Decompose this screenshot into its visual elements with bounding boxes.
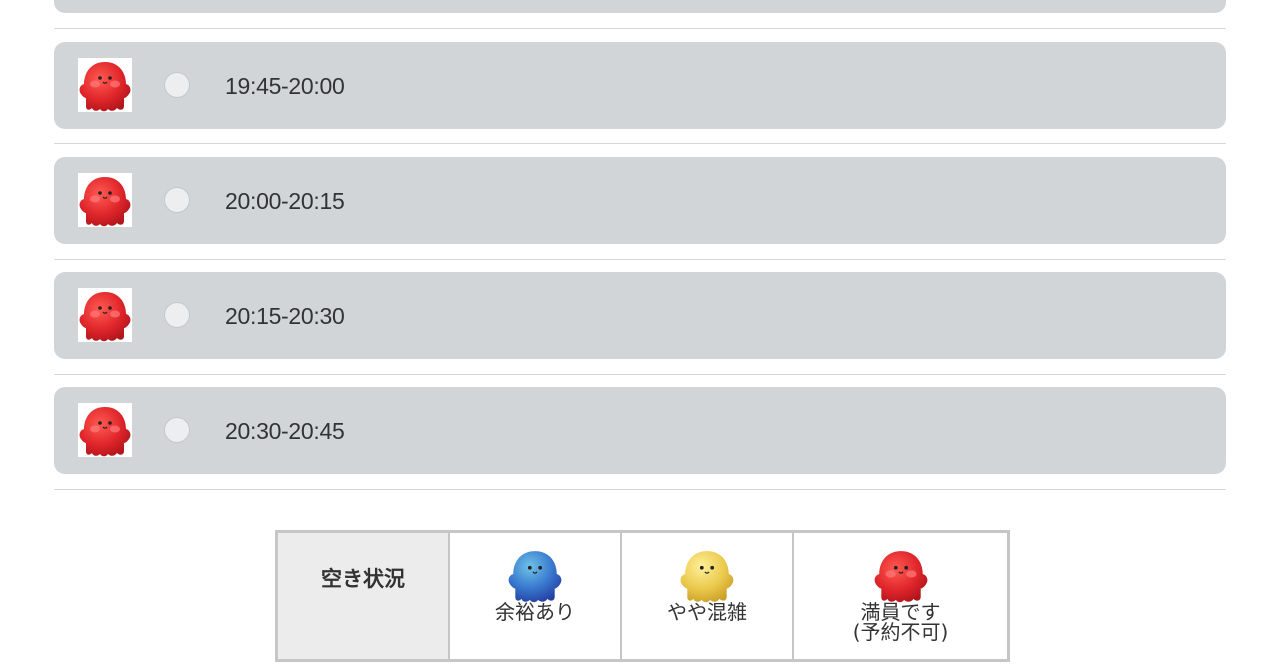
row-divider [54, 489, 1226, 490]
row-divider [54, 259, 1226, 260]
red-mascot-icon [78, 288, 132, 342]
slot-time-label: 20:00-20:15 [225, 188, 345, 214]
legend-item-full: 満員です (予約不可) [792, 530, 1010, 662]
time-slot-row-partial[interactable] [54, 0, 1226, 13]
slot-radio-button[interactable] [164, 187, 190, 213]
legend-item-label: 余裕あり [495, 600, 575, 624]
legend-item-available: 余裕あり [448, 530, 622, 662]
time-slot-row[interactable]: 20:15-20:30 [54, 272, 1226, 359]
red-mascot-icon [78, 173, 132, 227]
yellow-mascot-icon [679, 547, 735, 603]
blue-mascot-icon [507, 547, 563, 603]
time-slot-row[interactable]: 20:30-20:45 [54, 387, 1226, 474]
legend-header: 空き状況 [275, 530, 450, 662]
legend-item-sublabel: (予約不可) [852, 620, 949, 644]
slot-radio-button[interactable] [164, 72, 190, 98]
slot-radio-button[interactable] [164, 302, 190, 328]
availability-legend: 空き状況 余裕あり やや混雑 満員です (予約不可) [275, 530, 1010, 662]
row-divider [54, 143, 1226, 144]
slot-time-label: 19:45-20:00 [225, 73, 345, 99]
red-mascot-icon [78, 58, 132, 112]
time-slot-row[interactable]: 19:45-20:00 [54, 42, 1226, 129]
legend-item-label: やや混雑 [667, 600, 747, 624]
slot-time-label: 20:15-20:30 [225, 303, 345, 329]
red-mascot-icon [78, 403, 132, 457]
slot-radio-button[interactable] [164, 417, 190, 443]
slot-time-label: 20:30-20:45 [225, 418, 345, 444]
legend-header-label: 空き状況 [321, 567, 405, 591]
time-slot-page: 19:45-20:00 20:00-20:15 20:15-20:30 20:3… [0, 0, 1280, 670]
time-slot-row[interactable]: 20:00-20:15 [54, 157, 1226, 244]
row-divider [54, 374, 1226, 375]
red-mascot-icon [873, 547, 929, 603]
row-divider [54, 28, 1226, 29]
legend-item-busy: やや混雑 [620, 530, 794, 662]
